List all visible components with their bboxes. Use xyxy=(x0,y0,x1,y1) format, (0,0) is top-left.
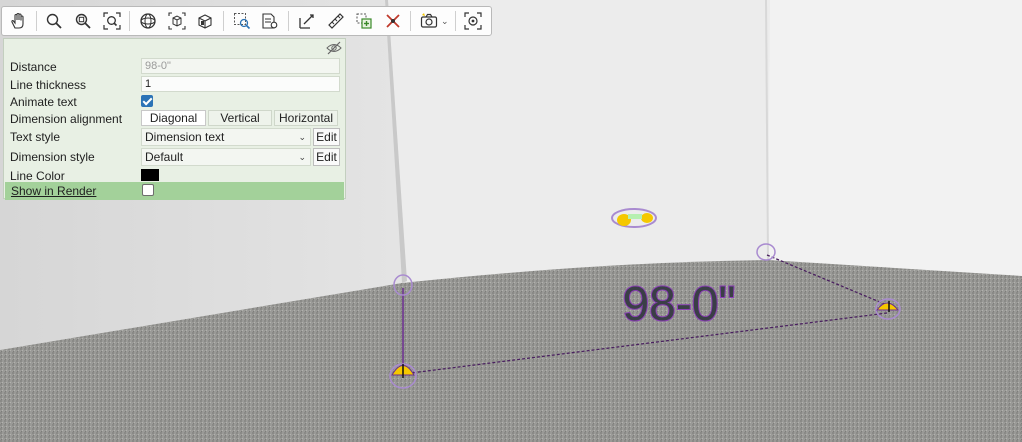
camera-dropdown-chevron-icon[interactable]: ⌄ xyxy=(441,16,449,27)
animate-text-checkbox[interactable] xyxy=(141,95,153,107)
text-style-edit-button[interactable]: Edit xyxy=(313,128,340,146)
text-style-row: Text style Dimension text ⌄ Edit xyxy=(4,128,345,146)
zoom-window-icon[interactable] xyxy=(72,10,94,32)
dimension-label[interactable]: 98-0" xyxy=(621,277,736,332)
toolbar-separator xyxy=(454,11,456,31)
line-thickness-row: Line thickness 1 xyxy=(4,76,345,94)
toolbar-separator xyxy=(129,11,131,31)
toolbar-separator xyxy=(223,11,224,31)
toolbar-separator xyxy=(288,11,290,31)
toolbar-separator xyxy=(410,11,412,31)
alignment-option-vertical[interactable]: Vertical xyxy=(208,110,272,126)
select-window-icon[interactable] xyxy=(231,10,253,32)
text-style-value: Dimension text xyxy=(145,130,225,144)
line-color-label: Line Color xyxy=(10,169,65,183)
view-box-icon[interactable] xyxy=(166,10,188,32)
dimension-style-row: Dimension style Default ⌄ Edit xyxy=(4,148,345,166)
line-thickness-label: Line thickness xyxy=(10,78,87,92)
show-in-render-checkbox[interactable] xyxy=(142,184,154,196)
show-in-render-link[interactable]: Show in Render xyxy=(11,184,96,198)
text-style-select[interactable]: Dimension text ⌄ xyxy=(141,128,311,146)
zoom-extents-icon[interactable] xyxy=(101,10,123,32)
zoom-icon[interactable] xyxy=(44,10,66,32)
ruler-icon[interactable] xyxy=(325,10,347,32)
delete-point-icon[interactable] xyxy=(382,10,404,32)
view-box-3d-icon[interactable] xyxy=(194,10,216,32)
camera-icon[interactable] xyxy=(418,10,440,32)
dimension-alignment-segmented: Diagonal Vertical Horizontal xyxy=(141,110,340,126)
alignment-option-diagonal[interactable]: Diagonal xyxy=(141,110,206,126)
chevron-down-icon: ⌄ xyxy=(298,152,306,162)
distance-field: 98-0" xyxy=(141,58,340,74)
dimension-style-select[interactable]: Default ⌄ xyxy=(141,148,311,166)
orbit-icon[interactable] xyxy=(137,10,159,32)
animate-text-row: Animate text xyxy=(4,93,345,111)
add-to-selection-icon[interactable] xyxy=(353,10,375,32)
text-style-label: Text style xyxy=(10,130,61,144)
distance-row: Distance 98-0" xyxy=(4,58,345,76)
line-color-swatch[interactable] xyxy=(141,169,159,181)
hand-pan-icon[interactable] xyxy=(7,10,29,32)
animate-text-label: Animate text xyxy=(10,95,77,109)
center-target-icon[interactable] xyxy=(463,10,485,32)
dimension-style-edit-button[interactable]: Edit xyxy=(313,148,340,166)
dimension-properties-panel: Distance 98-0" Line thickness 1 Animate … xyxy=(3,38,346,200)
dimension-style-label: Dimension style xyxy=(10,150,95,164)
chevron-down-icon: ⌄ xyxy=(298,132,306,142)
select-list-icon[interactable] xyxy=(260,10,282,32)
dimension-alignment-row: Dimension alignment Diagonal Vertical Ho… xyxy=(4,110,345,128)
toolbar-separator xyxy=(35,11,37,31)
hide-eye-icon[interactable] xyxy=(326,41,342,55)
dimension-style-value: Default xyxy=(145,150,184,164)
dimension-tool-icon[interactable] xyxy=(296,10,318,32)
line-thickness-field[interactable]: 1 xyxy=(141,76,340,92)
viewport-toolbar: ⌄ xyxy=(1,6,492,36)
distance-label: Distance xyxy=(10,60,57,74)
right-wall xyxy=(768,0,1022,276)
dimension-alignment-label: Dimension alignment xyxy=(10,112,123,126)
show-in-render-row: Show in Render xyxy=(5,182,344,200)
alignment-option-horizontal[interactable]: Horizontal xyxy=(274,110,338,126)
